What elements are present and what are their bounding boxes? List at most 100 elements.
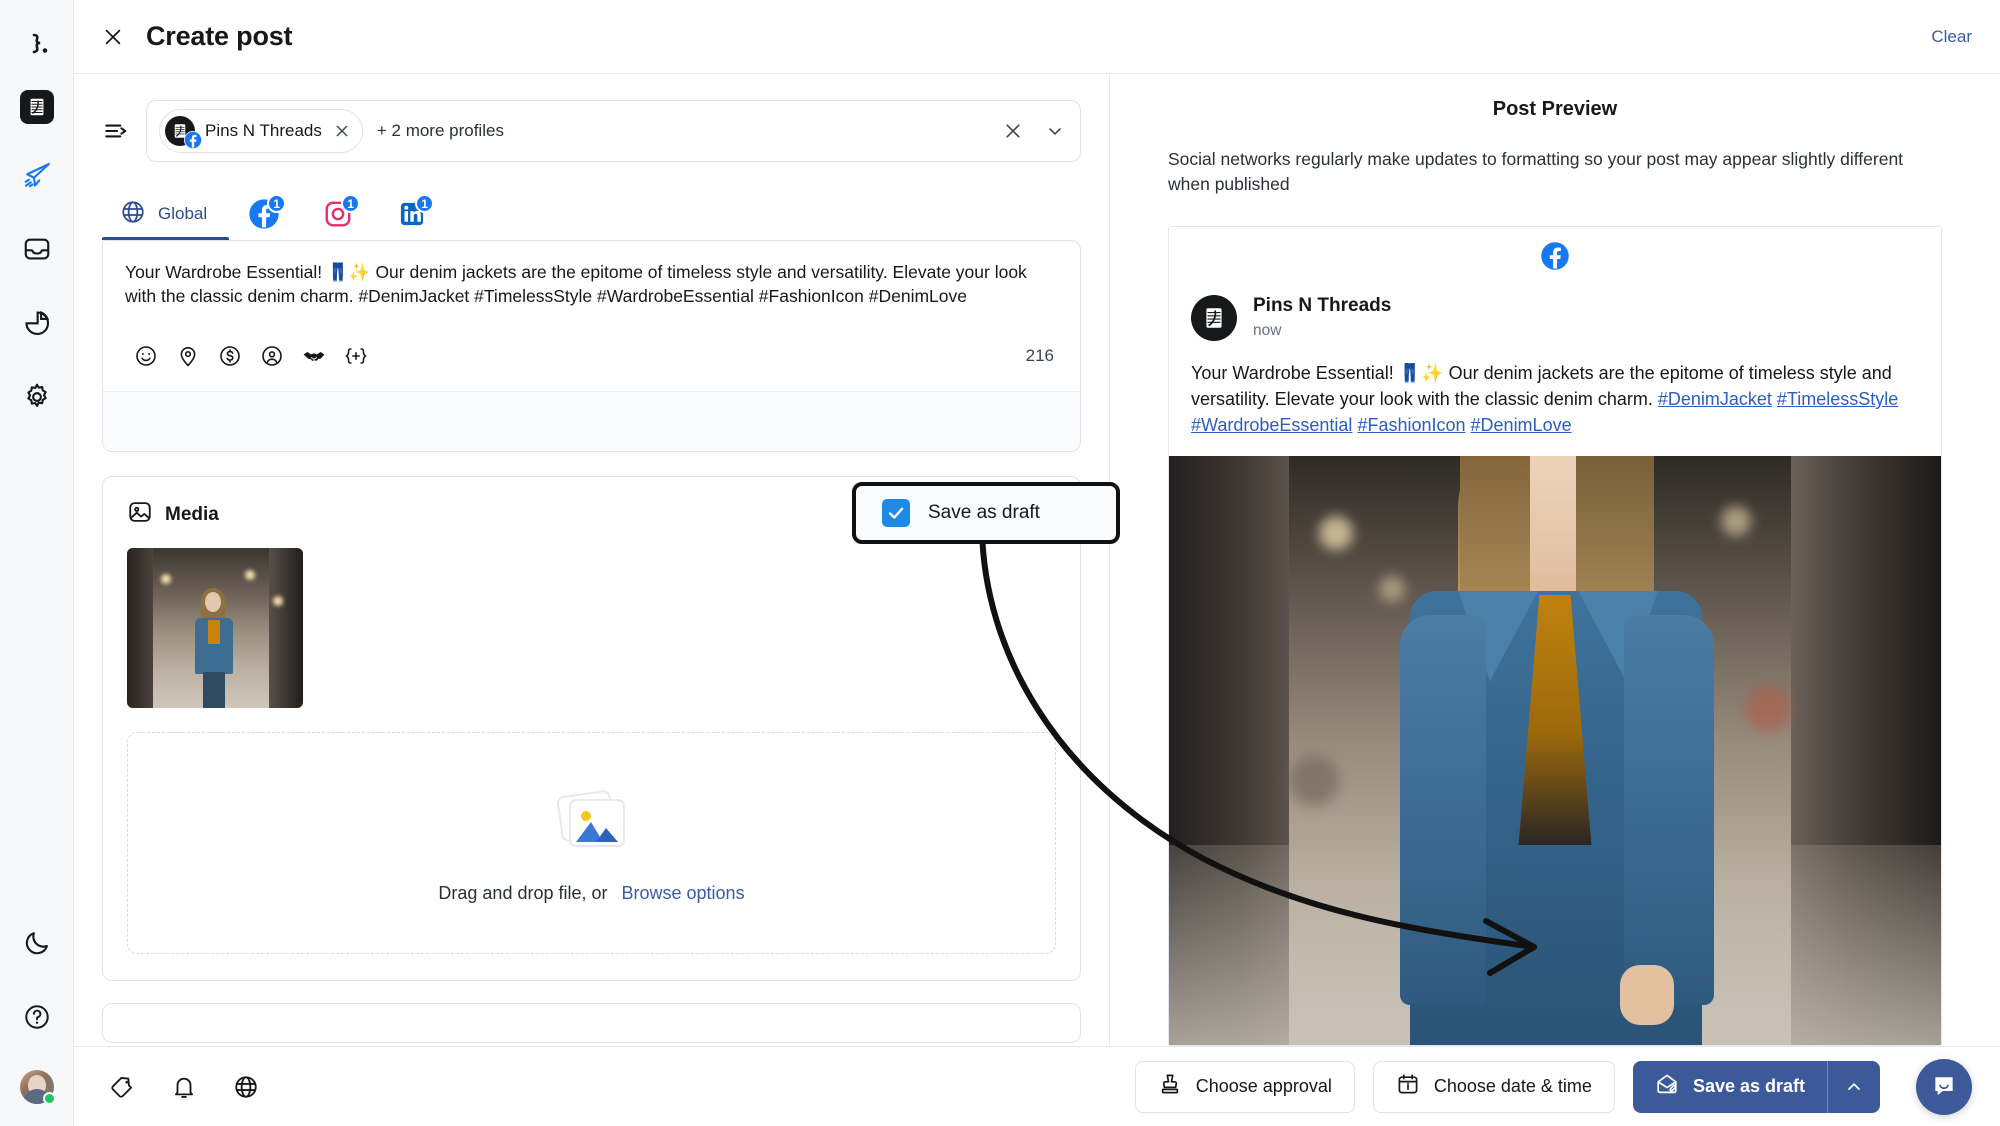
remove-profile-icon[interactable] — [332, 121, 352, 141]
chevron-up-icon[interactable] — [1828, 1061, 1880, 1113]
clear-button[interactable]: Clear — [1931, 27, 1972, 47]
more-profiles-label[interactable]: + 2 more profiles — [377, 121, 504, 141]
profile-row: Pins N Threads + 2 more profiles — [102, 100, 1081, 162]
choose-datetime-label: Choose date & time — [1433, 1076, 1592, 1096]
sidebar-item-publish[interactable] — [14, 152, 60, 198]
chevron-down-icon[interactable] — [1040, 118, 1070, 144]
body-row: Pins N Threads + 2 more profiles Global … — [74, 74, 2000, 1046]
thumbnail-light-3 — [273, 596, 283, 606]
clear-profiles-icon[interactable] — [1000, 118, 1026, 144]
additional-options-card[interactable] — [102, 1003, 1081, 1043]
preview-hashtag[interactable]: #DenimLove — [1471, 415, 1572, 435]
choose-datetime-button[interactable]: Choose date & time — [1372, 1060, 1615, 1113]
left-rail — [0, 0, 74, 1126]
preview-hashtag[interactable]: #WardrobeEssential — [1191, 415, 1352, 435]
thumbnail-light-1 — [161, 574, 171, 584]
preview-hashtag[interactable]: #DenimJacket — [1658, 389, 1772, 409]
preview-hashtag[interactable]: #FashionIcon — [1357, 415, 1465, 435]
close-icon[interactable] — [98, 22, 128, 52]
preview-author-row: Pins N Threads now — [1169, 284, 1941, 341]
editor-toolbar: 216 — [103, 327, 1080, 391]
preview-person-arm-left — [1400, 615, 1486, 1005]
save-as-draft-callout-label: Save as draft — [928, 502, 1040, 523]
preview-hashtag[interactable]: #TimelessStyle — [1777, 389, 1898, 409]
location-pin-icon[interactable] — [167, 337, 209, 375]
tab-facebook[interactable]: 1 — [229, 188, 303, 240]
save-as-draft-callout[interactable]: Save as draft — [852, 482, 1120, 544]
profile-chip[interactable]: Pins N Threads — [159, 109, 363, 153]
preview-note: Social networks regularly make updates t… — [1168, 149, 1904, 194]
tab-instagram-badge: 1 — [341, 194, 361, 213]
save-as-draft-button[interactable]: Save as draft — [1632, 1060, 1880, 1113]
preview-body-text: Your Wardrobe Essential! 👖✨ Our denim ja… — [1169, 341, 1941, 456]
chat-support-button[interactable] — [1916, 1058, 1972, 1115]
preview-network-row — [1169, 227, 1941, 284]
thumbnail-person-legs — [203, 672, 225, 708]
post-text-input[interactable]: Your Wardrobe Essential! 👖✨ Our denim ja… — [103, 241, 1080, 327]
mention-icon[interactable] — [251, 337, 293, 375]
media-thumbnail[interactable] — [127, 548, 303, 708]
profile-chip-label: Pins N Threads — [205, 121, 322, 140]
handshake-icon[interactable] — [293, 337, 335, 375]
facebook-preview-card: Pins N Threads now Your Wardrobe Essenti… — [1168, 226, 1942, 1046]
dark-mode-icon[interactable] — [14, 920, 60, 966]
character-count: 216 — [1025, 346, 1054, 365]
tab-facebook-badge: 1 — [267, 194, 287, 213]
tag-icon[interactable] — [100, 1065, 144, 1109]
media-title: Media — [165, 503, 219, 525]
preview-column: Post Preview Social networks regularly m… — [1110, 74, 2000, 1046]
editor-footer — [103, 391, 1080, 451]
sidebar-item-inbox[interactable] — [14, 226, 60, 272]
preview-person-hand — [1620, 965, 1674, 1025]
tab-global[interactable]: Global — [102, 188, 230, 240]
sidebar-item-analytics[interactable] — [14, 300, 60, 346]
preview-author-info: Pins N Threads now — [1253, 294, 1391, 341]
tab-global-label: Global — [158, 204, 208, 223]
bell-icon[interactable] — [162, 1065, 206, 1109]
user-avatar[interactable] — [19, 1070, 56, 1105]
preview-media-image — [1169, 456, 1941, 1045]
dollar-icon[interactable] — [209, 337, 251, 375]
composer-scroll: Pins N Threads + 2 more profiles Global … — [74, 74, 1109, 1046]
thumbnail-light-2 — [245, 570, 255, 580]
choose-approval-button[interactable]: Choose approval — [1134, 1060, 1355, 1113]
tab-linkedin[interactable]: 1 — [377, 188, 451, 240]
facebook-icon: 1 — [247, 194, 287, 231]
brand-logo-icon[interactable] — [19, 28, 55, 64]
instagram-icon: 1 — [321, 194, 361, 231]
media-image-icon — [127, 499, 153, 530]
draft-envelope-icon — [1655, 1072, 1679, 1101]
sidebar-item-settings[interactable] — [14, 374, 60, 420]
main-window: Create post Clear Pins N Threads + 2 mor… — [74, 0, 2000, 1126]
media-dropzone[interactable]: Drag and drop file, or Browse options — [127, 732, 1056, 954]
chip-avatar — [165, 116, 202, 149]
workspace-avatar[interactable] — [19, 90, 54, 124]
save-as-draft-main[interactable]: Save as draft — [1633, 1061, 1827, 1113]
preview-title: Post Preview — [1492, 98, 1618, 120]
collapse-arrow-icon[interactable] — [102, 117, 130, 145]
rail-bottom-group — [14, 892, 60, 1105]
media-card: Media Drag and drop file, or Browse opti… — [102, 476, 1081, 981]
variable-icon[interactable] — [335, 337, 377, 375]
page-title: Create post — [146, 21, 293, 51]
network-tabs: Global 1 1 1 — [102, 184, 1081, 240]
help-icon[interactable] — [14, 994, 60, 1040]
preview-avatar — [1191, 294, 1237, 341]
composer-column: Pins N Threads + 2 more profiles Global … — [74, 74, 1537, 1046]
browse-options-link[interactable]: Browse options — [622, 883, 745, 904]
thumbnail-person-head — [205, 592, 221, 612]
preview-bokeh-5 — [1289, 756, 1339, 807]
profile-select[interactable]: Pins N Threads + 2 more profiles — [146, 100, 1081, 162]
globe-icon — [120, 199, 146, 230]
emoji-icon[interactable] — [125, 337, 167, 375]
save-as-draft-checkbox[interactable] — [882, 499, 910, 527]
tab-linkedin-badge: 1 — [415, 194, 435, 213]
linkedin-icon: 1 — [395, 194, 435, 231]
dropzone-text-row: Drag and drop file, or Browse options — [438, 883, 744, 904]
globe-icon[interactable] — [224, 1065, 268, 1109]
thumbnail-person-shirt — [208, 620, 220, 644]
online-status-dot — [42, 1092, 56, 1105]
editor-box: Your Wardrobe Essential! 👖✨ Our denim ja… — [102, 240, 1081, 452]
tab-instagram[interactable]: 1 — [303, 188, 377, 240]
preview-person — [1340, 456, 1770, 1045]
